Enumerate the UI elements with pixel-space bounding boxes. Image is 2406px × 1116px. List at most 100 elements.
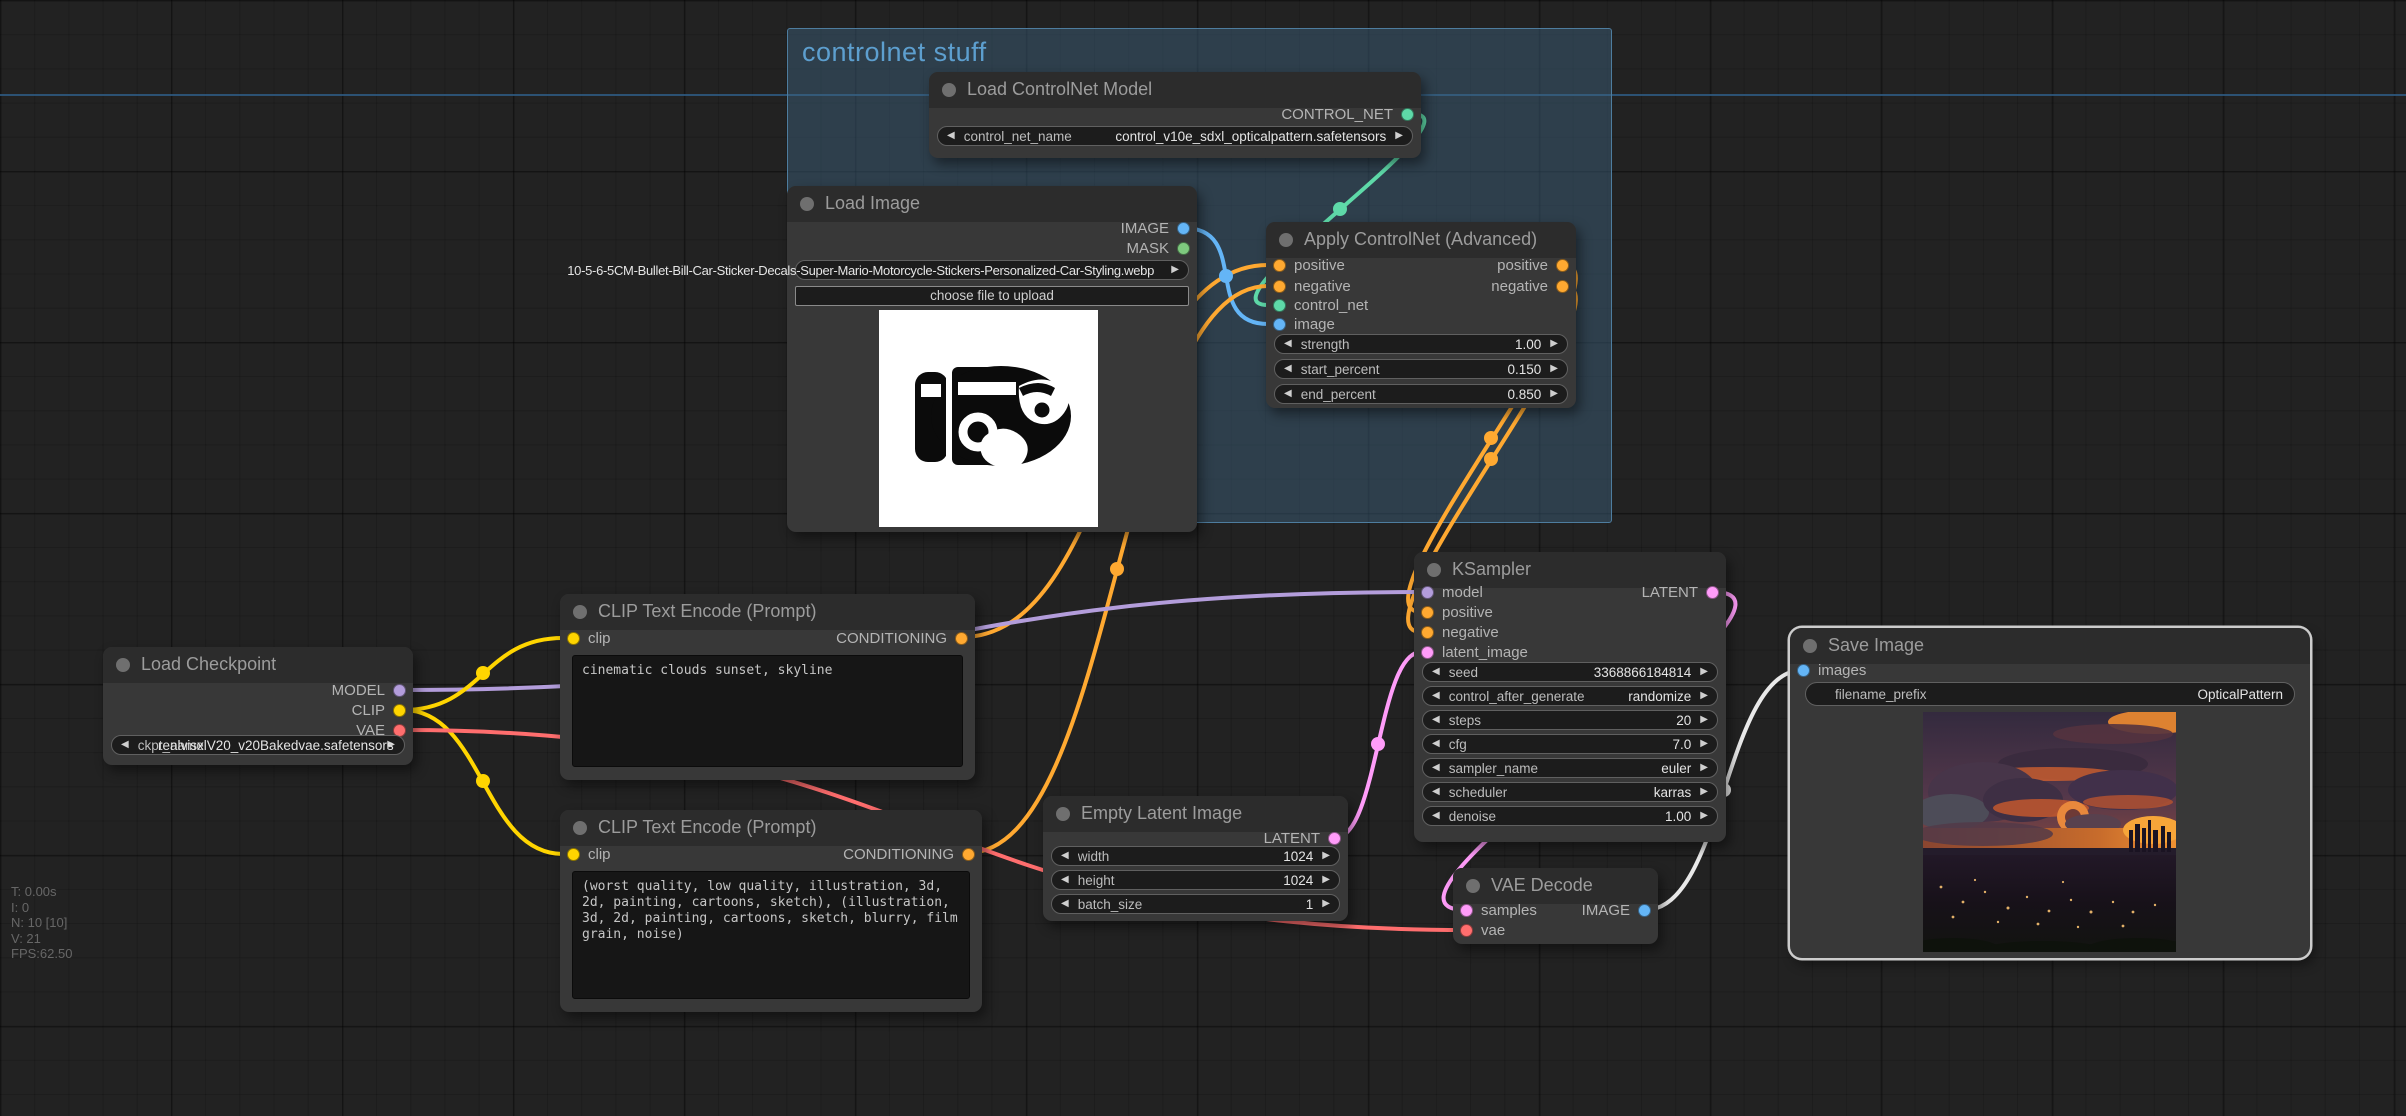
input-image[interactable]: image [1266,314,1335,334]
latent-slot-dot[interactable] [1706,586,1719,599]
node-empty-latent-image[interactable]: Empty Latent Image LATENT ◀ width 1024 ▶… [1043,796,1348,921]
vae-slot-dot[interactable] [1460,924,1473,937]
conditioning-slot-dot[interactable] [962,848,975,861]
increment-arrow[interactable]: ▶ [1700,763,1708,773]
increment-arrow[interactable]: ▶ [1322,875,1330,885]
latent-slot-dot[interactable] [1460,904,1473,917]
latent-slot-dot[interactable] [1421,646,1434,659]
increment-arrow[interactable]: ▶ [1171,265,1179,275]
conditioning-slot-dot[interactable] [1421,626,1434,639]
node-title-bar[interactable]: Save Image [1790,628,2310,664]
conditioning-slot-dot[interactable] [1273,259,1286,272]
increment-arrow[interactable]: ▶ [1700,787,1708,797]
conditioning-slot-dot[interactable] [1556,259,1569,272]
input-samples[interactable]: samples [1453,900,1537,920]
strength-widget[interactable]: ◀ strength 1.00 ▶ [1274,334,1568,354]
input-clip[interactable]: clip [560,628,611,648]
decrement-arrow[interactable]: ◀ [1284,389,1292,399]
output-latent[interactable]: LATENT [1264,828,1348,848]
input-negative[interactable]: negative [1266,276,1351,296]
output-mask[interactable]: MASK [1126,238,1197,258]
mask-slot-dot[interactable] [1177,242,1190,255]
decrement-arrow[interactable]: ◀ [1284,339,1292,349]
decrement-arrow[interactable]: ◀ [121,740,129,750]
start-percent-widget[interactable]: ◀ start_percent 0.150 ▶ [1274,359,1568,379]
collapse-dot[interactable] [1803,639,1817,653]
input-positive[interactable]: positive [1414,602,1493,622]
input-negative[interactable]: negative [1414,622,1499,642]
output-control-net[interactable]: CONTROL_NET [1281,104,1421,124]
collapse-dot[interactable] [573,605,587,619]
input-images[interactable]: images [1790,660,1866,680]
steps-widget[interactable]: ◀ steps 20 ▶ [1422,710,1718,730]
node-load-checkpoint[interactable]: Load Checkpoint MODEL CLIP VAE ◀ ckpt_na… [103,647,413,765]
input-clip[interactable]: clip [560,844,611,864]
decrement-arrow[interactable]: ◀ [1061,875,1069,885]
collapse-dot[interactable] [1279,233,1293,247]
node-clip-text-encode-positive[interactable]: CLIP Text Encode (Prompt) clip CONDITION… [560,594,975,780]
input-control-net[interactable]: control_net [1266,295,1368,315]
decrement-arrow[interactable]: ◀ [1432,691,1440,701]
collapse-dot[interactable] [1427,563,1441,577]
control-after-generate-widget[interactable]: ◀ control_after_generate randomize ▶ [1422,686,1718,706]
end-percent-widget[interactable]: ◀ end_percent 0.850 ▶ [1274,384,1568,404]
input-model[interactable]: model [1414,582,1483,602]
batch-size-widget[interactable]: ◀ batch_size 1 ▶ [1051,894,1340,914]
decrement-arrow[interactable]: ◀ [1432,763,1440,773]
image-slot-dot[interactable] [1797,664,1810,677]
decrement-arrow[interactable]: ◀ [1432,715,1440,725]
collapse-dot[interactable] [1056,807,1070,821]
increment-arrow[interactable]: ▶ [1550,364,1558,374]
image-slot-dot[interactable] [1638,904,1651,917]
node-title-bar[interactable]: Load Checkpoint [103,647,413,683]
sampler-name-widget[interactable]: ◀ sampler_name euler ▶ [1422,758,1718,778]
increment-arrow[interactable]: ▶ [1550,389,1558,399]
decrement-arrow[interactable]: ◀ [1284,364,1292,374]
increment-arrow[interactable]: ▶ [1395,131,1403,141]
image-slot-dot[interactable] [1177,222,1190,235]
node-clip-text-encode-negative[interactable]: CLIP Text Encode (Prompt) clip CONDITION… [560,810,982,1012]
collapse-dot[interactable] [116,658,130,672]
negative-prompt-textarea[interactable]: (worst quality, low quality, illustratio… [572,871,970,999]
node-vae-decode[interactable]: VAE Decode samples vae IMAGE [1453,868,1658,944]
denoise-widget[interactable]: ◀ denoise 1.00 ▶ [1422,806,1718,826]
clip-slot-dot[interactable] [567,848,580,861]
node-save-image[interactable]: Save Image images filename_prefix Optica… [1790,628,2310,958]
increment-arrow[interactable]: ▶ [1700,667,1708,677]
output-positive[interactable]: positive [1497,255,1576,275]
control-net-slot-dot[interactable] [1401,108,1414,121]
output-conditioning[interactable]: CONDITIONING [836,628,975,648]
upload-file-button[interactable]: choose file to upload [795,286,1189,306]
clip-slot-dot[interactable] [567,632,580,645]
output-clip[interactable]: CLIP [352,700,413,720]
output-negative[interactable]: negative [1491,276,1576,296]
control-net-name-widget[interactable]: ◀ control_net_name control_v10e_sdxl_opt… [937,126,1413,146]
output-image[interactable]: IMAGE [1121,218,1197,238]
decrement-arrow[interactable]: ◀ [1432,739,1440,749]
increment-arrow[interactable]: ▶ [1700,811,1708,821]
image-slot-dot[interactable] [1273,318,1286,331]
output-image[interactable]: IMAGE [1582,900,1658,920]
positive-prompt-textarea[interactable]: cinematic clouds sunset, skyline [572,655,963,767]
decrement-arrow[interactable]: ◀ [947,131,955,141]
ckpt-name-widget[interactable]: ◀ ckpt_name realvisxlV20_v20Bakedvae.saf… [111,735,405,755]
width-widget[interactable]: ◀ width 1024 ▶ [1051,846,1340,866]
node-title-bar[interactable]: CLIP Text Encode (Prompt) [560,594,975,630]
node-title-bar[interactable]: Load Image [787,186,1197,222]
increment-arrow[interactable]: ▶ [1322,899,1330,909]
decrement-arrow[interactable]: ◀ [1432,787,1440,797]
scheduler-widget[interactable]: ◀ scheduler karras ▶ [1422,782,1718,802]
increment-arrow[interactable]: ▶ [1700,739,1708,749]
decrement-arrow[interactable]: ◀ [1061,851,1069,861]
collapse-dot[interactable] [942,83,956,97]
decrement-arrow[interactable]: ◀ [1061,899,1069,909]
conditioning-slot-dot[interactable] [1421,606,1434,619]
node-title-bar[interactable]: VAE Decode [1453,868,1658,904]
model-slot-dot[interactable] [393,684,406,697]
node-title-bar[interactable]: Load ControlNet Model [929,72,1421,108]
node-title-bar[interactable]: Apply ControlNet (Advanced) [1266,222,1576,258]
increment-arrow[interactable]: ▶ [1322,851,1330,861]
height-widget[interactable]: ◀ height 1024 ▶ [1051,870,1340,890]
collapse-dot[interactable] [800,197,814,211]
node-ksampler[interactable]: KSampler model positive negative latent_… [1414,552,1726,842]
